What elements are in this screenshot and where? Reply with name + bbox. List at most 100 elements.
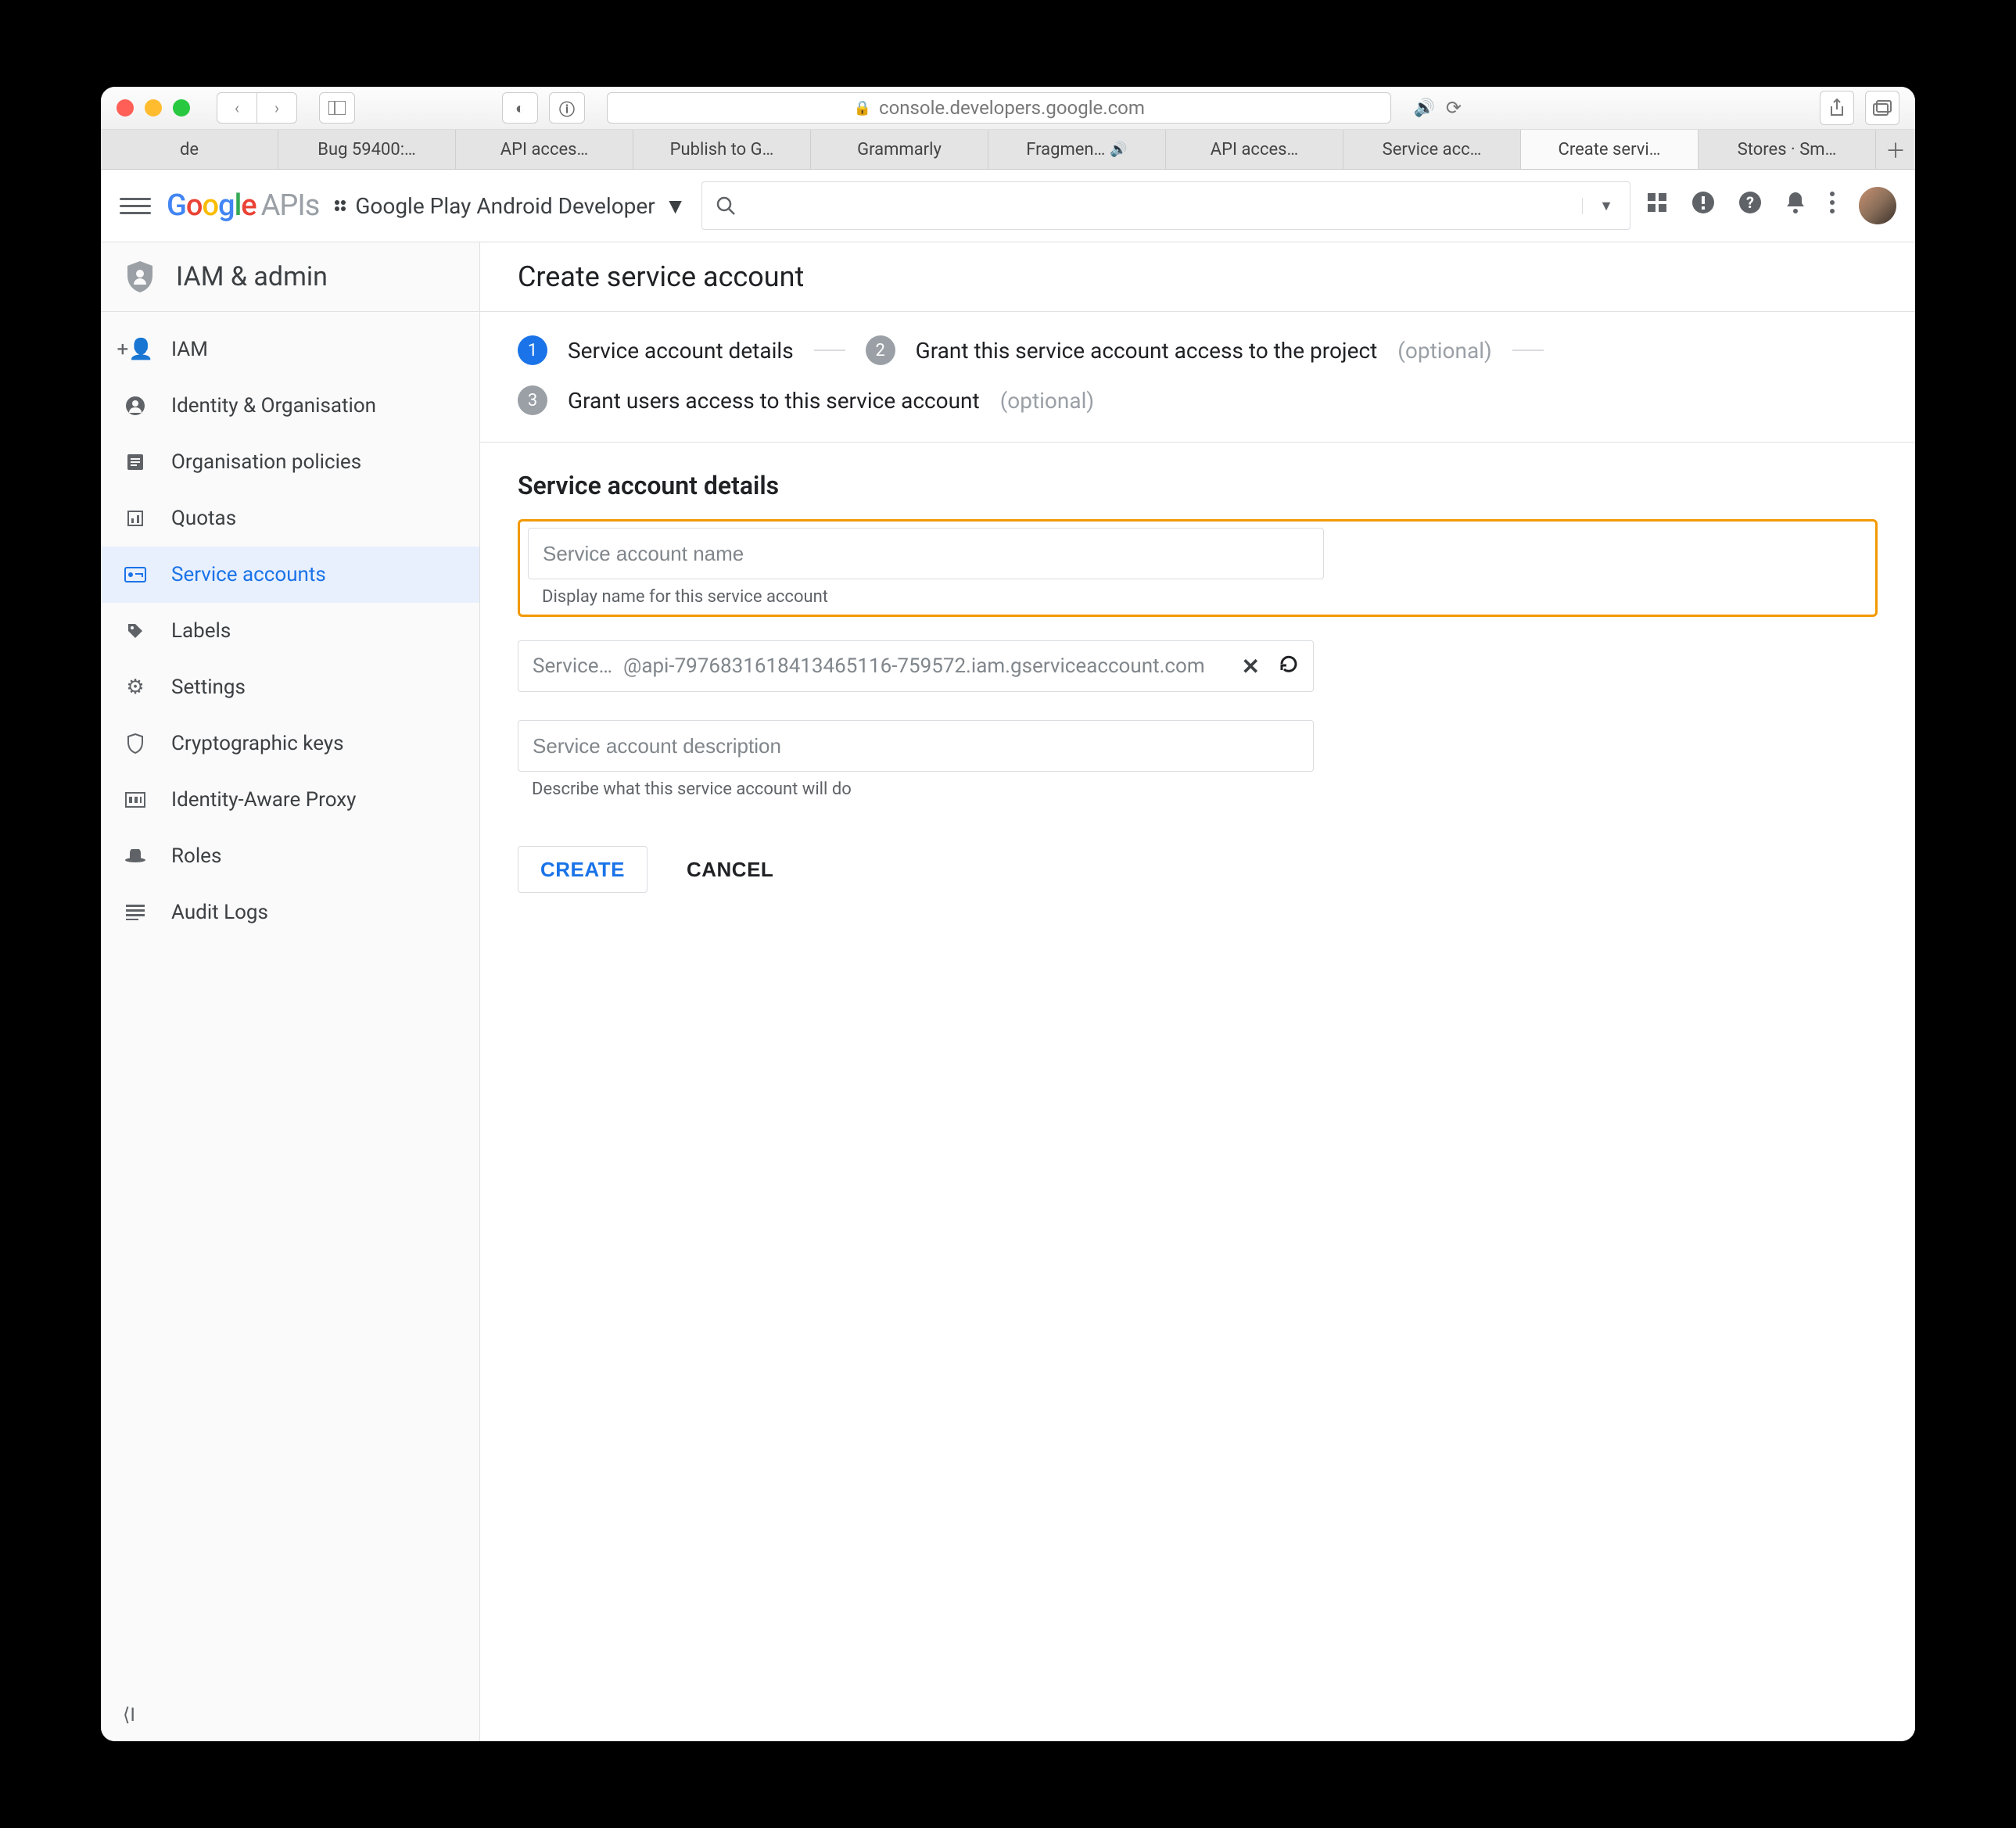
step-separator bbox=[814, 349, 845, 351]
nav-buttons: ‹ › bbox=[217, 92, 297, 124]
tabs-overview-button[interactable] bbox=[1865, 91, 1899, 125]
list-box-icon bbox=[123, 453, 148, 471]
browser-tab-strip: de Bug 59400:… API acces… Publish to G… … bbox=[101, 130, 1915, 170]
sidebar-items: +👤IAM Identity & Organisation Organisati… bbox=[101, 312, 479, 950]
sidebar-icon bbox=[328, 101, 346, 115]
project-selector[interactable]: Google Play Android Developer ▼ bbox=[335, 193, 686, 219]
sidebar-item-labels[interactable]: Labels bbox=[101, 603, 479, 659]
back-button[interactable]: ‹ bbox=[217, 92, 257, 124]
google-apis-logo[interactable]: Google APIs bbox=[167, 188, 319, 223]
sidebar: IAM & admin +👤IAM Identity & Organisatio… bbox=[101, 242, 480, 1741]
sidebar-toggle-button[interactable] bbox=[319, 92, 355, 124]
clear-email-button[interactable]: ✕ bbox=[1242, 654, 1260, 679]
svg-text:?: ? bbox=[1746, 193, 1754, 212]
sidebar-item-orgpolicies[interactable]: Organisation policies bbox=[101, 434, 479, 490]
menu-button[interactable] bbox=[120, 190, 151, 221]
sidebar-item-crypto-keys[interactable]: Cryptographic keys bbox=[101, 715, 479, 772]
avatar[interactable] bbox=[1859, 187, 1896, 224]
browser-tab[interactable]: Grammarly bbox=[811, 130, 988, 169]
extension-button-1[interactable]: ◐ bbox=[502, 92, 538, 124]
main-content: Create service account 1 Service account… bbox=[480, 242, 1915, 1741]
section-title: Service account details bbox=[518, 471, 1878, 500]
key-card-icon bbox=[123, 567, 148, 582]
close-window-button[interactable] bbox=[117, 99, 134, 116]
name-help-text: Display name for this service account bbox=[528, 587, 1867, 607]
browser-tab[interactable]: Service acc… bbox=[1343, 130, 1521, 169]
search-input[interactable] bbox=[749, 194, 1582, 218]
email-prefix: Service… bbox=[533, 654, 612, 678]
notifications-icon[interactable] bbox=[1785, 191, 1806, 220]
service-account-name-input[interactable] bbox=[528, 528, 1324, 579]
traffic-lights bbox=[117, 99, 190, 116]
page-title-bar: Create service account bbox=[480, 242, 1915, 312]
search-bar: ▼ bbox=[701, 181, 1630, 230]
browser-window: ‹ › ◐ ⓘ 🔒 console.developers.google.com … bbox=[101, 87, 1915, 1741]
lock-icon: 🔒 bbox=[854, 100, 871, 116]
step-number-2: 2 bbox=[866, 335, 895, 365]
browser-tab-active[interactable]: Create servi… bbox=[1521, 130, 1699, 169]
sidebar-header: IAM & admin bbox=[101, 242, 479, 312]
quota-icon bbox=[123, 509, 148, 528]
sidebar-item-audit-logs[interactable]: Audit Logs bbox=[101, 884, 479, 941]
browser-tab[interactable]: Publish to G… bbox=[633, 130, 811, 169]
titlebar: ‹ › ◐ ⓘ 🔒 console.developers.google.com … bbox=[101, 87, 1915, 130]
url-text: console.developers.google.com bbox=[879, 97, 1145, 119]
step-1-label: Service account details bbox=[568, 338, 794, 364]
audio-indicator-icon: 🔊 bbox=[1413, 99, 1434, 118]
sidebar-item-roles[interactable]: Roles bbox=[101, 828, 479, 884]
new-tab-button[interactable]: ＋ bbox=[1876, 130, 1915, 169]
audio-icon: 🔊 bbox=[1110, 142, 1127, 158]
refresh-email-button[interactable] bbox=[1279, 654, 1299, 679]
collapse-sidebar-button[interactable]: ⟨I bbox=[101, 1688, 479, 1741]
browser-tab[interactable]: API acces… bbox=[456, 130, 633, 169]
search-dropdown-button[interactable]: ▼ bbox=[1582, 198, 1630, 214]
service-account-email-row: Service… @api-7976831618413465116-759572… bbox=[518, 640, 1314, 692]
sidebar-item-service-accounts[interactable]: Service accounts bbox=[101, 547, 479, 603]
stepper: 1 Service account details 2 Grant this s… bbox=[480, 312, 1915, 443]
list-icon bbox=[123, 905, 148, 920]
email-domain: @api-7976831618413465116-759572.iam.gser… bbox=[623, 654, 1231, 678]
browser-tab[interactable]: Bug 59400:… bbox=[278, 130, 456, 169]
gift-icon[interactable] bbox=[1646, 192, 1668, 220]
step-number-3: 3 bbox=[518, 385, 547, 415]
gcp-topbar: Google APIs Google Play Android Develope… bbox=[101, 170, 1915, 242]
sidebar-item-iap[interactable]: Identity-Aware Proxy bbox=[101, 772, 479, 828]
browser-tab[interactable]: Fragmen…🔊 bbox=[988, 130, 1166, 169]
maximize-window-button[interactable] bbox=[173, 99, 190, 116]
description-wrap: Describe what this service account will … bbox=[518, 720, 1878, 799]
more-icon[interactable] bbox=[1829, 191, 1835, 220]
create-button[interactable]: CREATE bbox=[518, 846, 647, 893]
url-bar[interactable]: 🔒 console.developers.google.com bbox=[607, 92, 1391, 124]
sidebar-item-iam[interactable]: +👤IAM bbox=[101, 321, 479, 378]
share-icon bbox=[1829, 99, 1845, 117]
browser-tab[interactable]: Stores · Sm… bbox=[1699, 130, 1876, 169]
step-3-label: Grant users access to this service accou… bbox=[568, 388, 980, 414]
shield-icon bbox=[123, 733, 148, 754]
top-icons: ? bbox=[1646, 187, 1896, 224]
cancel-button[interactable]: CANCEL bbox=[671, 846, 789, 893]
iam-shield-icon bbox=[123, 260, 157, 294]
browser-tab[interactable]: de bbox=[101, 130, 278, 169]
minimize-window-button[interactable] bbox=[145, 99, 162, 116]
sidebar-item-quotas[interactable]: Quotas bbox=[101, 490, 479, 547]
optional-label: (optional) bbox=[1000, 388, 1094, 414]
forward-button[interactable]: › bbox=[257, 92, 297, 124]
extension-button-2[interactable]: ⓘ bbox=[549, 92, 585, 124]
sidebar-item-settings[interactable]: ⚙Settings bbox=[101, 659, 479, 715]
help-icon[interactable]: ? bbox=[1738, 191, 1762, 220]
search-icon bbox=[702, 195, 749, 216]
reload-icon[interactable]: ⟳ bbox=[1446, 97, 1462, 119]
person-add-icon: +👤 bbox=[123, 338, 148, 361]
optional-label: (optional) bbox=[1397, 338, 1491, 364]
iap-icon bbox=[123, 792, 148, 808]
sidebar-item-identity[interactable]: Identity & Organisation bbox=[101, 378, 479, 434]
browser-tab[interactable]: API acces… bbox=[1166, 130, 1343, 169]
alert-icon[interactable] bbox=[1691, 191, 1715, 220]
tabs-icon bbox=[1873, 100, 1892, 116]
step-2-label: Grant this service account access to the… bbox=[916, 338, 1378, 364]
step-number-1: 1 bbox=[518, 335, 547, 365]
step-3: 3 Grant users access to this service acc… bbox=[518, 385, 1878, 415]
service-account-description-input[interactable] bbox=[518, 720, 1314, 772]
share-button[interactable] bbox=[1820, 91, 1854, 125]
description-help-text: Describe what this service account will … bbox=[518, 780, 1878, 799]
